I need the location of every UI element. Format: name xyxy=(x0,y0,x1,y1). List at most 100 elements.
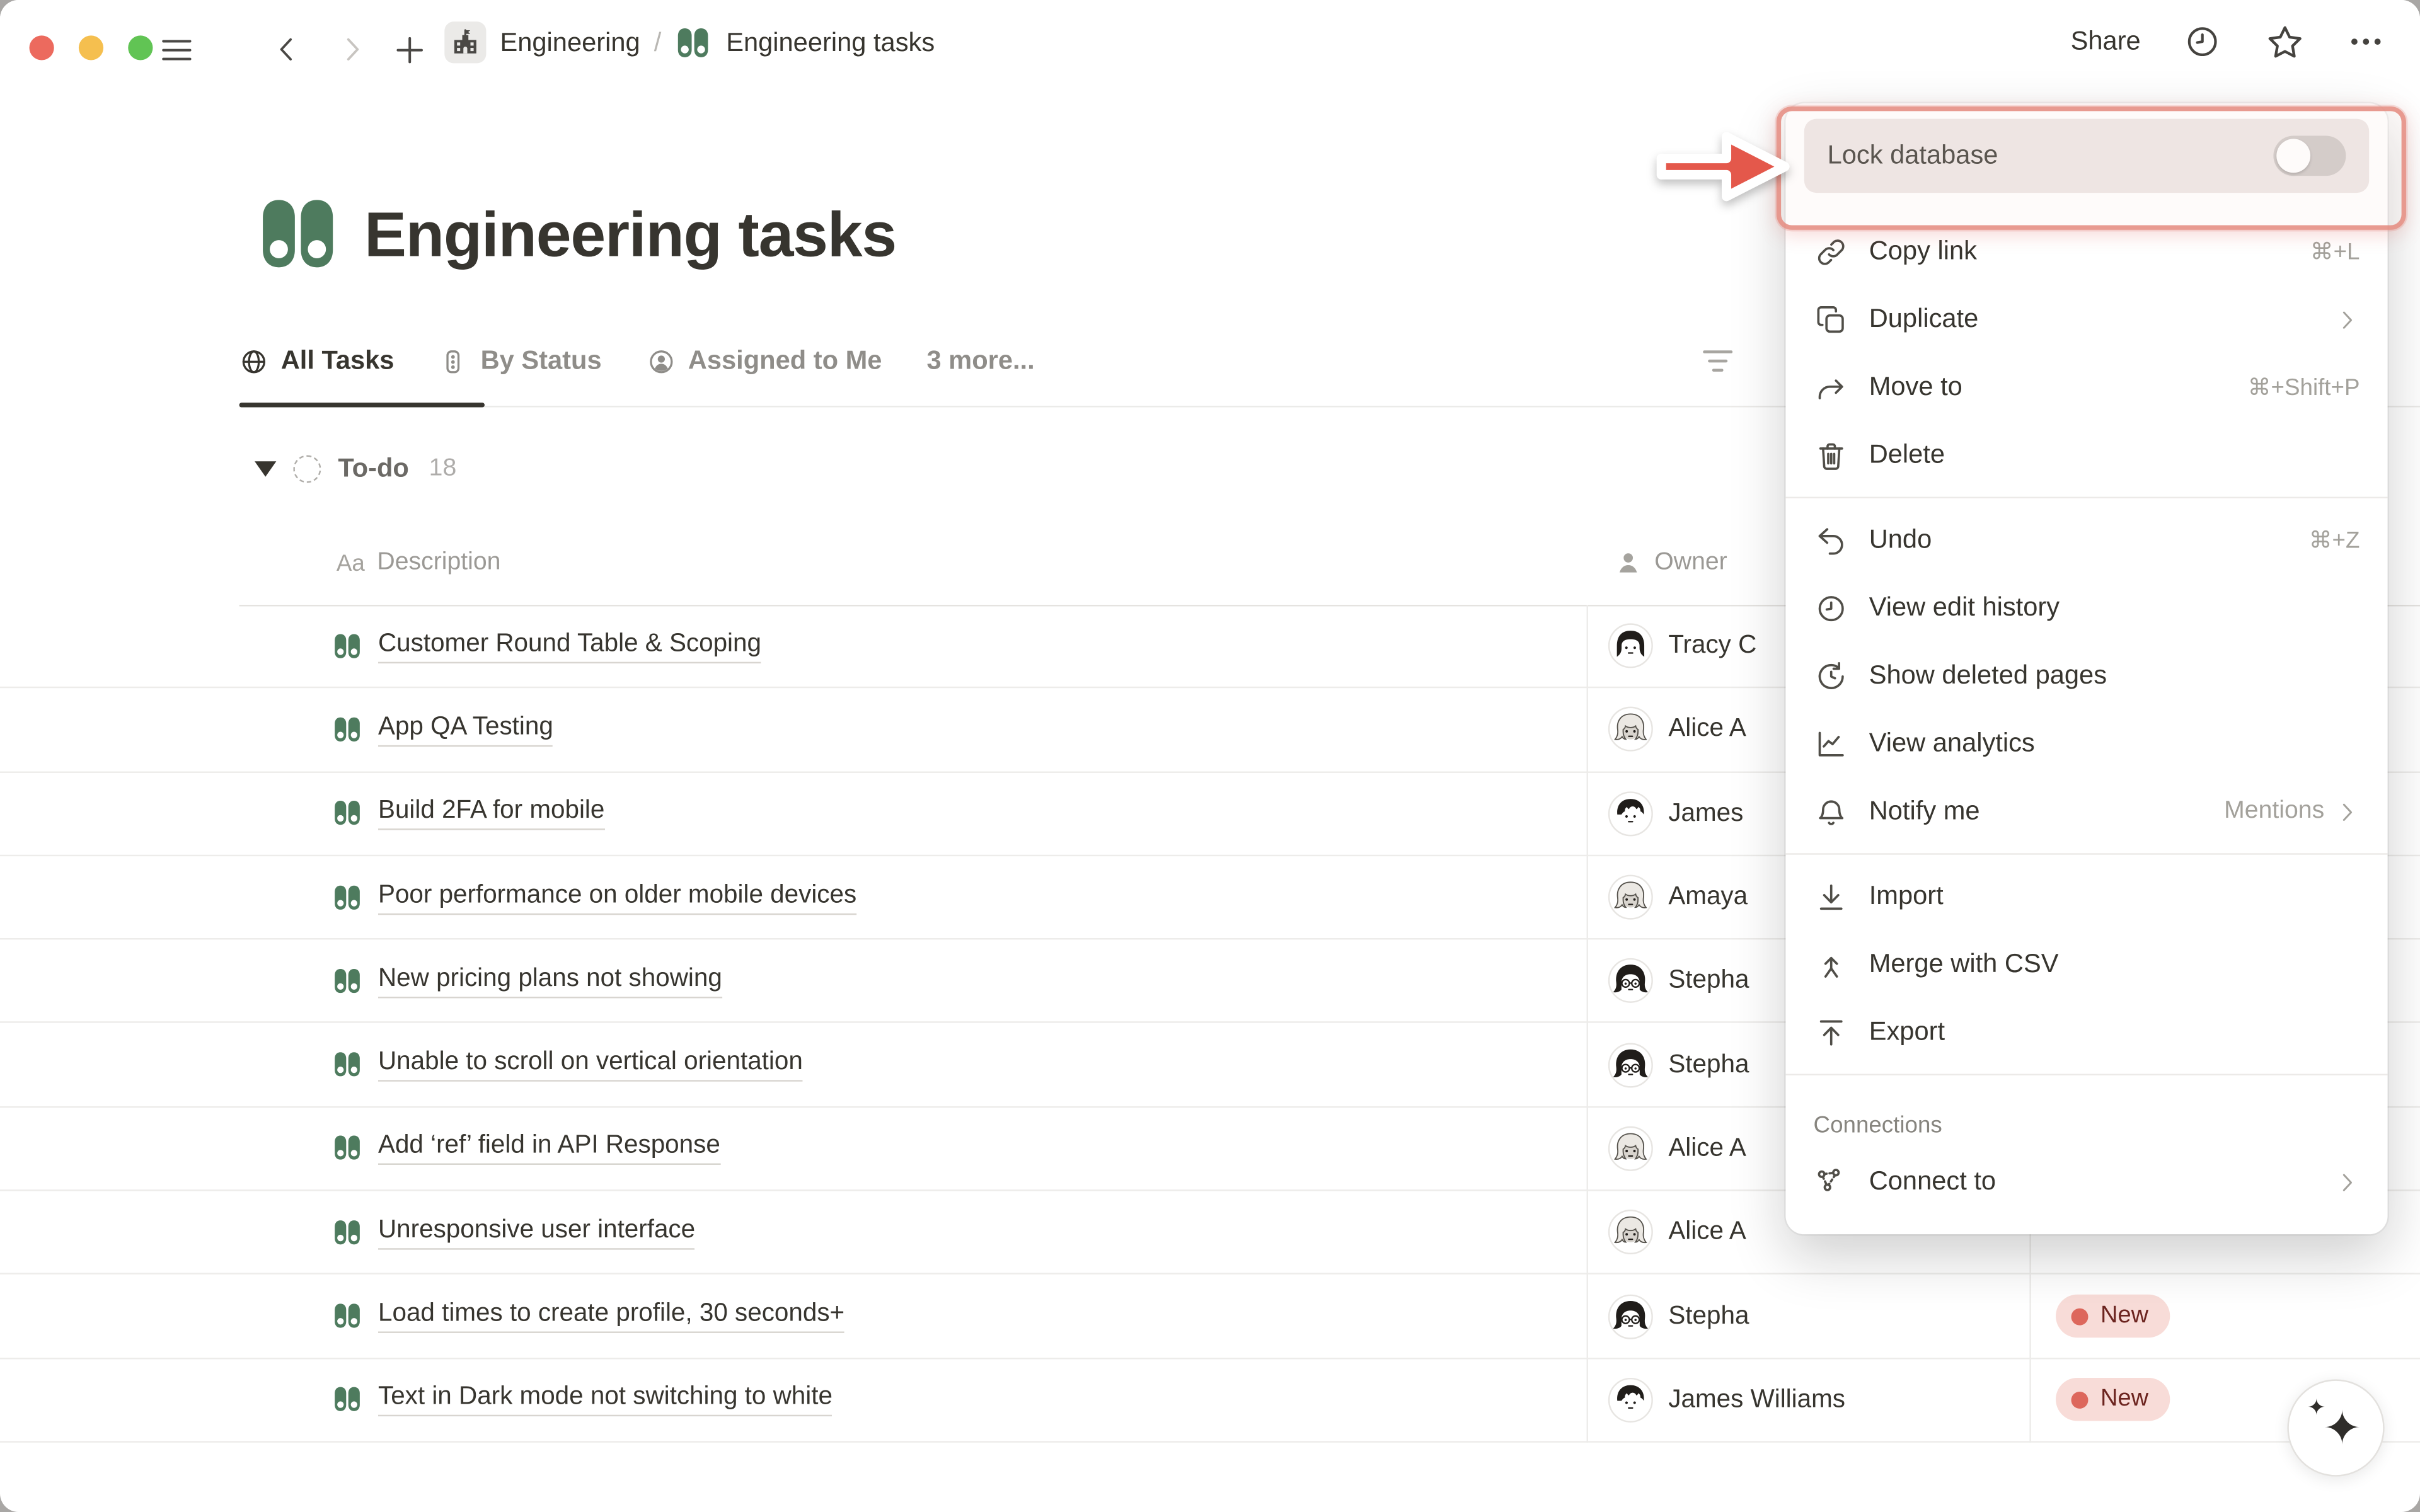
tab-3-more-[interactable]: 3 more... xyxy=(926,346,1034,377)
task-title[interactable]: Poor performance on older mobile devices xyxy=(378,880,856,914)
avatar xyxy=(1608,959,1653,1004)
status-dot-icon xyxy=(2071,1308,2089,1325)
table-row[interactable]: Load times to create profile, 30 seconds… xyxy=(0,1275,2420,1359)
ai-assistant-button[interactable]: ✦ ✦ xyxy=(2287,1379,2384,1476)
zoom-window-button[interactable] xyxy=(128,35,153,60)
task-cell[interactable]: Build 2FA for mobile xyxy=(332,772,605,855)
tab-assigned-to-me[interactable]: Assigned to Me xyxy=(647,346,882,377)
breadcrumb-page[interactable]: Engineering tasks xyxy=(726,27,935,58)
undo-icon xyxy=(1814,523,1848,557)
status-badge[interactable]: New xyxy=(2056,1295,2170,1338)
task-title[interactable]: App QA Testing xyxy=(378,713,553,747)
lock-database-label: Lock database xyxy=(1828,140,1998,171)
owner-cell[interactable]: Tracy C xyxy=(1608,605,1756,687)
task-title[interactable]: Load times to create profile, 30 seconds… xyxy=(378,1299,844,1333)
close-window-button[interactable] xyxy=(30,35,54,60)
task-cell[interactable]: Load times to create profile, 30 seconds… xyxy=(332,1275,845,1358)
task-title[interactable]: Customer Round Table & Scoping xyxy=(378,629,761,663)
page-title[interactable]: Engineering tasks xyxy=(364,198,896,271)
owner-cell[interactable]: James Williams xyxy=(1608,1359,1845,1441)
owner-name: Amaya xyxy=(1668,883,1748,912)
task-title[interactable]: Unresponsive user interface xyxy=(378,1215,695,1249)
owner-cell[interactable]: Stepha xyxy=(1608,1275,1749,1358)
task-cell[interactable]: App QA Testing xyxy=(332,689,553,771)
menu-item-move-to[interactable]: Move to⌘+Shift+P xyxy=(1785,353,2387,421)
binoculars-icon xyxy=(255,192,341,278)
menu-item-copy-link[interactable]: Copy link⌘+L xyxy=(1785,217,2387,285)
more-options-icon[interactable] xyxy=(2346,21,2386,62)
task-cell[interactable]: Unable to scroll on vertical orientation xyxy=(332,1024,803,1106)
avatar xyxy=(1608,624,1653,668)
menu-item-duplicate[interactable]: Duplicate xyxy=(1785,285,2387,353)
menu-item-label: Merge with CSV xyxy=(1869,949,2360,980)
breadcrumb: Engineering / Engineering tasks xyxy=(444,21,935,63)
task-cell[interactable]: Text in Dark mode not switching to white xyxy=(332,1359,833,1441)
person-circle-icon xyxy=(647,346,676,376)
menu-item-notify-me[interactable]: Notify meMentions xyxy=(1785,777,2387,845)
task-cell[interactable]: Poor performance on older mobile devices xyxy=(332,856,857,939)
menu-item-merge-with-csv[interactable]: Merge with CSV xyxy=(1785,931,2387,999)
back-icon[interactable] xyxy=(265,28,309,71)
task-cell[interactable]: Unresponsive user interface xyxy=(332,1191,696,1274)
owner-cell[interactable]: Alice A xyxy=(1608,689,1746,771)
status-cell[interactable]: New xyxy=(2056,1275,2170,1358)
lock-database-item[interactable]: Lock database xyxy=(1804,119,2369,193)
binoculars-icon xyxy=(332,882,363,913)
menu-item-show-deleted-pages[interactable]: Show deleted pages xyxy=(1785,642,2387,710)
topbar: Engineering / Engineering tasks Share xyxy=(0,0,2420,99)
minimize-window-button[interactable] xyxy=(79,35,103,60)
binoculars-icon xyxy=(332,1050,363,1080)
group-name[interactable]: To-do xyxy=(338,454,409,484)
share-button[interactable]: Share xyxy=(2071,26,2141,57)
table-row[interactable]: Text in Dark mode not switching to white… xyxy=(0,1359,2420,1443)
task-cell[interactable]: Customer Round Table & Scoping xyxy=(332,605,761,687)
sidebar-menu-icon[interactable] xyxy=(154,28,198,71)
breadcrumb-workspace[interactable]: Engineering xyxy=(500,27,640,58)
lock-database-toggle[interactable] xyxy=(2273,136,2346,176)
history-clock-icon[interactable] xyxy=(2182,21,2223,62)
owner-name: James Williams xyxy=(1668,1385,1845,1415)
bell-icon xyxy=(1814,794,1848,828)
menu-item-delete[interactable]: Delete xyxy=(1785,421,2387,490)
chevron-right-icon xyxy=(2334,1169,2360,1195)
menu-item-export[interactable]: Export xyxy=(1785,998,2387,1066)
task-title[interactable]: Unable to scroll on vertical orientation xyxy=(378,1048,803,1082)
binoculars-icon xyxy=(332,1385,363,1416)
menu-item-view-analytics[interactable]: View analytics xyxy=(1785,710,2387,778)
collapse-group-icon[interactable] xyxy=(255,461,276,476)
menu-item-label: View edit history xyxy=(1869,592,2360,623)
owner-cell[interactable]: James xyxy=(1608,772,1744,855)
owner-cell[interactable]: Amaya xyxy=(1608,856,1748,939)
owner-cell[interactable]: Stepha xyxy=(1608,940,1749,1022)
menu-item-import[interactable]: Import xyxy=(1785,862,2387,931)
menu-item-view-edit-history[interactable]: View edit history xyxy=(1785,574,2387,642)
task-cell[interactable]: New pricing plans not showing xyxy=(332,940,722,1022)
column-description[interactable]: Aa Description xyxy=(337,549,501,577)
analytics-icon xyxy=(1814,726,1848,760)
database-options-menu: Lock database Copy link⌘+LDuplicateMove … xyxy=(1785,103,2387,1234)
task-cell[interactable]: Add ‘ref’ field in API Response xyxy=(332,1108,720,1190)
owner-name: James xyxy=(1668,799,1743,828)
menu-item-label: Import xyxy=(1869,881,2360,912)
forward-icon[interactable] xyxy=(330,28,374,71)
menu-item-connect-to[interactable]: Connect to xyxy=(1785,1148,2387,1216)
task-title[interactable]: Text in Dark mode not switching to white xyxy=(378,1383,833,1417)
owner-cell[interactable]: Alice A xyxy=(1608,1191,1746,1274)
avatar xyxy=(1608,875,1653,920)
filter-icon[interactable] xyxy=(1698,341,1738,381)
tab-by-status[interactable]: By Status xyxy=(439,346,601,377)
owner-cell[interactable]: Stepha xyxy=(1608,1024,1749,1106)
status-cell[interactable]: New xyxy=(2056,1359,2170,1441)
task-title[interactable]: Build 2FA for mobile xyxy=(378,796,604,830)
tab-all-tasks[interactable]: All Tasks xyxy=(239,346,395,377)
new-page-icon[interactable] xyxy=(388,28,431,71)
owner-name: Stepha xyxy=(1668,966,1749,996)
menu-item-undo[interactable]: Undo⌘+Z xyxy=(1785,506,2387,574)
owner-cell[interactable]: Alice A xyxy=(1608,1108,1746,1190)
status-badge[interactable]: New xyxy=(2056,1378,2170,1422)
sparkle-icon: ✦ xyxy=(2323,1407,2362,1453)
task-title[interactable]: New pricing plans not showing xyxy=(378,964,722,998)
task-title[interactable]: Add ‘ref’ field in API Response xyxy=(378,1131,720,1166)
column-owner[interactable]: Owner xyxy=(1615,549,1727,577)
favorite-star-icon[interactable] xyxy=(2264,21,2305,62)
